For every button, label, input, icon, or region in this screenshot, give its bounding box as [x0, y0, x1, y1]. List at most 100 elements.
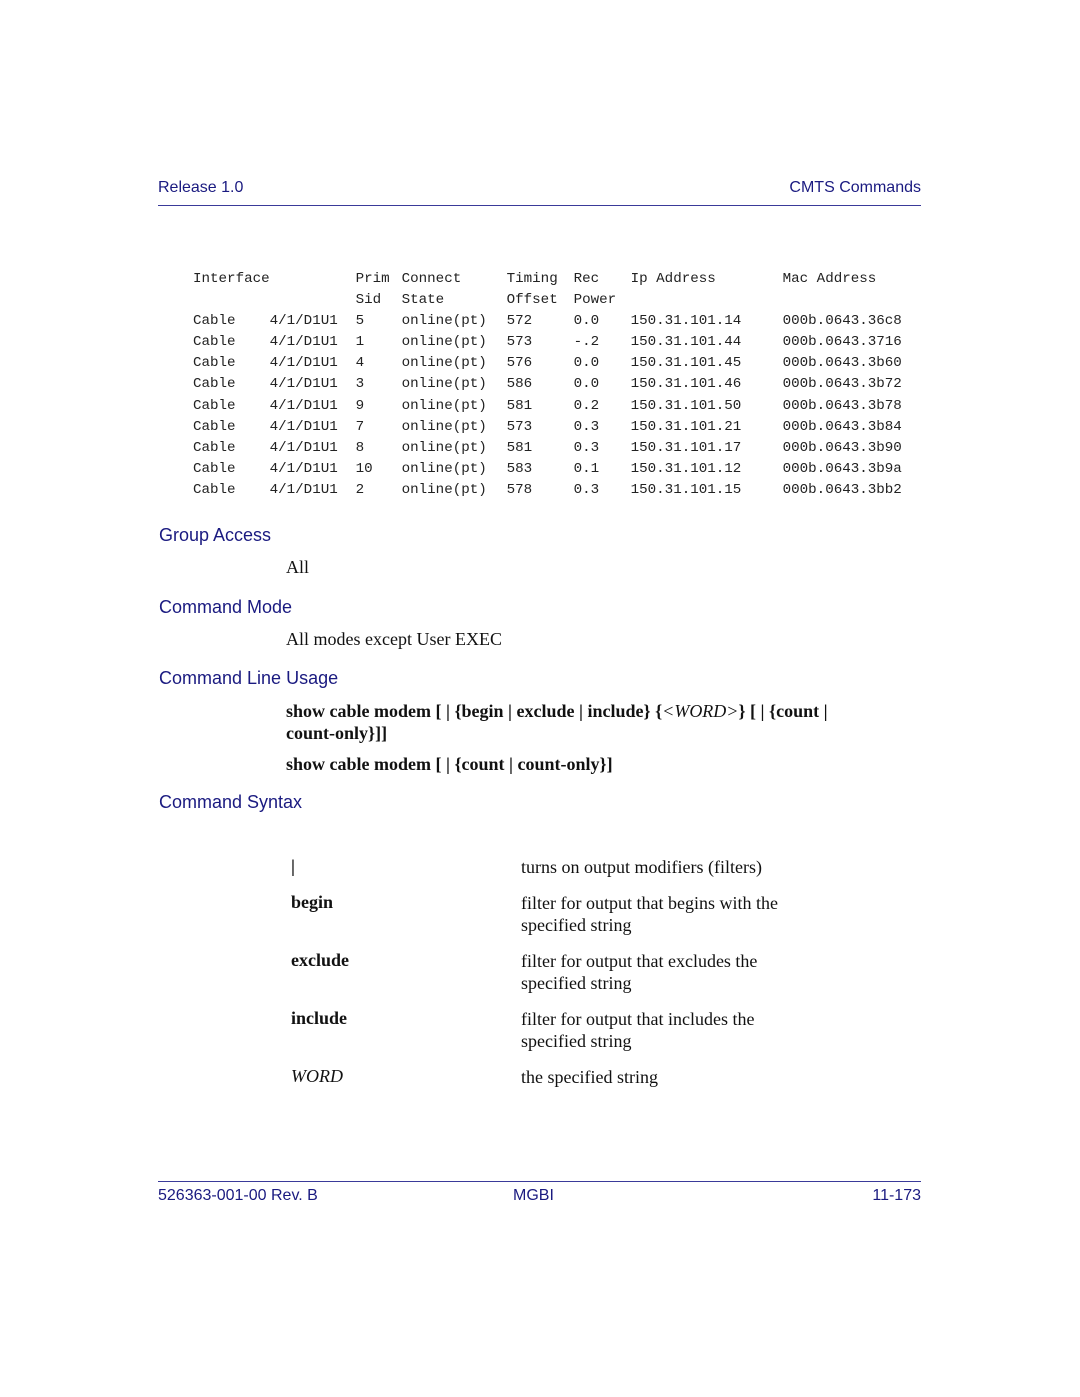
product-name: MGBI: [513, 1187, 554, 1204]
cell-power: 0.0: [573, 355, 600, 372]
syntax-desc: filter for output that includes the spec…: [521, 1009, 755, 1051]
group-access-value: All: [286, 557, 310, 577]
footer-rule: [158, 1181, 921, 1182]
page-footer: 526363-001-00 Rev. B MGBI 11-173: [158, 1187, 921, 1207]
usage-1-part-a: show cable modem [ | {begin | exclude | …: [286, 701, 663, 721]
syntax-term: WORD: [291, 1066, 343, 1086]
cell-offset: Offset: [506, 292, 558, 309]
cell-ip: 150.31.101.17: [630, 439, 742, 456]
syntax-desc: the specified string: [521, 1067, 658, 1087]
cell-offset: 581: [506, 439, 533, 456]
table-row: Cable 4/1/D1U1 1 online(pt) 573 -.2 150.31.101…: [193, 333, 923, 354]
cell-interface: 4/1/D1U1: [269, 376, 338, 393]
cell-power: -.2: [573, 334, 600, 351]
table-row: Cable 4/1/D1U1 3 online(pt) 586 0.0 150.31.101…: [193, 375, 923, 396]
cell-state: online(pt): [401, 481, 487, 498]
syntax-desc: filter for output that excludes the spec…: [521, 951, 758, 993]
cell-type: Cable: [193, 334, 236, 351]
cell-state: online(pt): [401, 418, 487, 435]
table-row: Cable 4/1/D1U1 7 online(pt) 573 0.3 150.31.101…: [193, 418, 923, 439]
cell-sid: 8: [355, 439, 365, 456]
cell-power: 0.2: [573, 397, 600, 414]
cell-state: Connect: [401, 271, 462, 287]
cell-type: Cable: [193, 418, 236, 435]
table-row: Cable 4/1/D1U1 2 online(pt) 578 0.3 150.31.101…: [193, 481, 923, 502]
cell-ip: 150.31.101.50: [630, 397, 742, 414]
cell-offset: 576: [506, 355, 533, 372]
release-label: Release 1.0: [158, 179, 244, 196]
cell-offset: 573: [506, 418, 533, 435]
cell-mac: 000b.0643.3b84: [782, 418, 902, 435]
cell-mac: 000b.0643.36c8: [782, 313, 902, 330]
cell-sid: 9: [355, 397, 365, 414]
cell-ip: 150.31.101.15: [630, 481, 742, 498]
cell-ip: 150.31.101.21: [630, 418, 742, 435]
cell-power: 0.3: [573, 418, 600, 435]
table-row: Cable 4/1/D1U1 10 online(pt) 583 0.1 150.31.10…: [193, 460, 923, 481]
table-row: Cable 4/1/D1U1 8 online(pt) 581 0.3 150.31.101…: [193, 439, 923, 460]
cell-state: online(pt): [401, 439, 487, 456]
usage-syntax-2: show cable modem [ | {count | count-only…: [286, 754, 613, 774]
syntax-desc: filter for output that begins with the s…: [521, 893, 778, 935]
cell-interface: 4/1/D1U1: [269, 481, 338, 498]
usage-1-part-c: count-only}]]: [286, 723, 388, 743]
cell-sid: 4: [355, 355, 365, 372]
cell-ip: 150.31.101.45: [630, 355, 742, 372]
cell-ip: 150.31.101.46: [630, 376, 742, 393]
cell-type: Cable: [193, 460, 236, 477]
cell-power: 0.1: [573, 460, 600, 477]
cell-power: 0.3: [573, 439, 600, 456]
syntax-term: begin: [291, 892, 334, 912]
cell-state: online(pt): [401, 460, 487, 477]
cable-modem-table: Interface Prim Connect Timing Rec Ip Address M…: [193, 270, 923, 502]
cell-state: State: [401, 292, 445, 309]
cell-ip: 150.31.101.14: [630, 313, 742, 330]
usage-1-part-b: } [ | {count |: [738, 701, 828, 721]
cell-type: Cable: [193, 376, 236, 393]
cell-mac: 000b.0643.3b9a: [782, 460, 902, 477]
syntax-term: exclude: [291, 950, 349, 970]
document-number: 526363-001-00 Rev. B: [158, 1187, 318, 1204]
cell-type: Cable: [193, 313, 236, 330]
cell-type: [193, 291, 270, 312]
cell-type: Interface: [193, 271, 270, 287]
cell-sid: 1: [355, 334, 365, 351]
cell-mac: 000b.0643.3b60: [782, 355, 902, 372]
page-number: 11-173: [872, 1187, 921, 1204]
syntax-desc: turns on output modifiers (filters): [521, 857, 762, 877]
cell-state: online(pt): [401, 397, 487, 414]
cell-interface: 4/1/D1U1: [269, 418, 338, 435]
cell-sid: 2: [355, 481, 365, 498]
command-syntax-heading: Command Syntax: [159, 792, 303, 812]
cell-type: Cable: [193, 397, 236, 414]
table-row: Cable 4/1/D1U1 4 online(pt) 576 0.0 150.31.101…: [193, 354, 923, 375]
cell-offset: 578: [506, 481, 533, 498]
cell-interface: 4/1/D1U1: [269, 313, 338, 330]
syntax-term: |: [291, 856, 295, 876]
cell-type: Cable: [193, 355, 236, 372]
cell-mac: 000b.0643.3b90: [782, 439, 902, 456]
usage-word-placeholder: <WORD>: [662, 701, 739, 721]
cell-state: online(pt): [401, 355, 487, 372]
cell-mac: 000b.0643.3716: [782, 334, 902, 351]
table-header-row: Interface Prim Connect Timing Rec Ip Address M…: [193, 270, 923, 291]
syntax-term: include: [291, 1008, 348, 1028]
header-rule: [158, 205, 921, 206]
cell-interface: 4/1/D1U1: [269, 334, 338, 351]
chapter-title: CMTS Commands: [789, 179, 921, 196]
cell-power: Rec: [573, 271, 600, 287]
cell-offset: 583: [506, 460, 533, 477]
cell-ip: 150.31.101.44: [630, 334, 742, 351]
cell-power: 0.0: [573, 313, 600, 330]
command-mode-value: All modes except User EXEC: [286, 629, 502, 649]
cell-ip: Ip Address: [630, 271, 716, 287]
cell-interface: 4/1/D1U1: [269, 397, 338, 414]
cell-state: online(pt): [401, 334, 487, 351]
usage-syntax-1: show cable modem [ | {begin | exclude | …: [286, 700, 866, 744]
command-mode-heading: Command Mode: [159, 597, 293, 617]
cell-type: Cable: [193, 481, 236, 498]
cell-mac: 000b.0643.3b78: [782, 397, 902, 414]
table-row: Cable 4/1/D1U1 9 online(pt) 581 0.2 150.31.101…: [193, 397, 923, 418]
cell-sid: Sid: [355, 292, 382, 309]
cell-offset: 573: [506, 334, 533, 351]
